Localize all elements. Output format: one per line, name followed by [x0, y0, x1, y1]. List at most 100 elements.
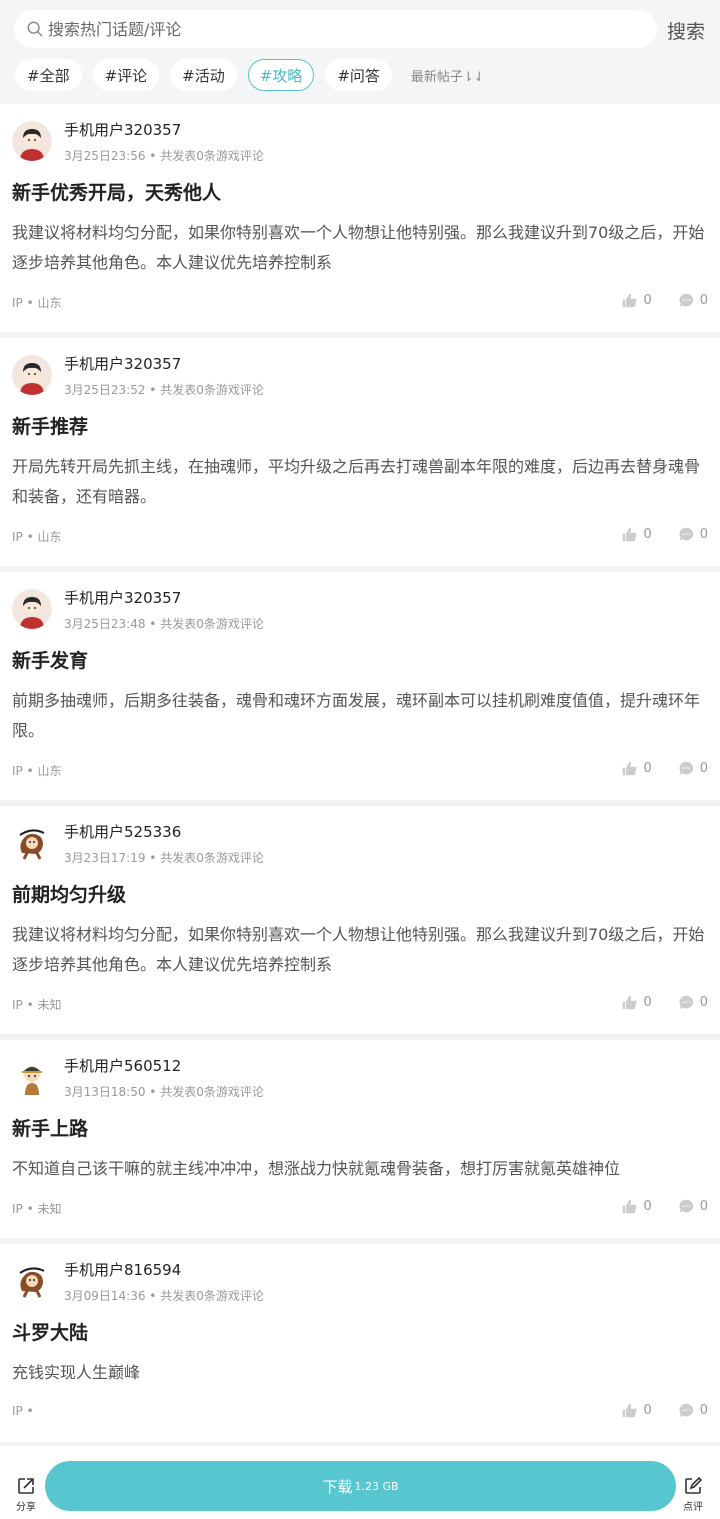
post-content[interactable]: 充钱实现人生巅峰 [12, 1358, 710, 1388]
post-title[interactable]: 新手优秀开局，天秀他人 [12, 178, 221, 205]
post-meta: 3月25日23:48 • 共发表0条游戏评论 [64, 617, 264, 631]
post-title[interactable]: 新手推荐 [12, 412, 88, 439]
comment-button[interactable]: 0 [678, 994, 708, 1011]
post-title[interactable]: 新手上路 [12, 1114, 88, 1141]
post-meta: 3月09日14:36 • 共发表0条游戏评论 [64, 1289, 264, 1303]
tag-reviews[interactable]: #评论 [92, 59, 160, 91]
post-feed: 手机用户320357 3月25日23:56 • 共发表0条游戏评论 新手优秀开局… [0, 104, 720, 1448]
username[interactable]: 手机用户320357 [64, 587, 181, 608]
download-label: 下载 [322, 1477, 353, 1496]
comment-bubble-icon [679, 293, 693, 308]
boy-avatar-icon[interactable] [12, 355, 52, 395]
review-button[interactable]: 点评 [679, 1476, 707, 1513]
post-content[interactable]: 前期多抽魂师，后期多往装备，魂骨和魂环方面发展，魂环副本可以挂机刷难度值值，提升… [12, 686, 710, 746]
download-size: 1.23 GB [354, 1479, 399, 1493]
monkey-avatar-icon[interactable] [12, 823, 52, 863]
post-meta: 3月25日23:52 • 共发表0条游戏评论 [64, 383, 264, 397]
post-stats: 0 0 [595, 1198, 708, 1215]
username[interactable]: 手机用户525336 [64, 821, 181, 842]
like-button[interactable]: 0 [621, 1198, 652, 1215]
boy-avatar-icon[interactable] [12, 589, 52, 629]
share-label: 分享 [16, 1502, 36, 1513]
thumbs-up-icon [623, 1403, 637, 1418]
like-button[interactable]: 0 [621, 760, 652, 777]
search-icon [27, 21, 43, 37]
like-button[interactable]: 0 [621, 1402, 652, 1419]
ip-location: IP • 山东 [12, 296, 62, 310]
post-content[interactable]: 我建议将材料均匀分配，如果你特别喜欢一个人物想让他特别强。那么我建议升到70级之… [12, 218, 710, 278]
post-card[interactable]: 手机用户320357 3月25日23:48 • 共发表0条游戏评论 新手发育 前… [0, 572, 720, 800]
monkey-avatar-icon[interactable] [12, 1261, 52, 1301]
post-stats: 0 0 [595, 994, 708, 1011]
post-title[interactable]: 斗罗大陆 [12, 1318, 88, 1345]
comment-count: 0 [699, 527, 708, 542]
search-button[interactable]: 搜索 [667, 17, 705, 44]
post-card[interactable]: 手机用户320357 3月25日23:52 • 共发表0条游戏评论 新手推荐 开… [0, 338, 720, 566]
like-count: 0 [643, 527, 652, 542]
thumbs-up-icon [623, 761, 637, 776]
comment-button[interactable]: 0 [678, 1402, 708, 1419]
like-button[interactable]: 0 [621, 526, 652, 543]
post-card[interactable]: 手机用户816594 3月09日14:36 • 共发表0条游戏评论 斗罗大陆 充… [0, 1244, 720, 1442]
bottom-action-bar: 分享 下载 1.23 GB 点评 [0, 1446, 720, 1519]
comment-count: 0 [699, 995, 708, 1010]
thumbs-up-icon [623, 995, 637, 1010]
ip-location: IP • [12, 1404, 34, 1418]
search-box[interactable] [14, 10, 657, 48]
comment-count: 0 [699, 761, 708, 776]
post-content[interactable]: 开局先转开局先抓主线，在抽魂师，平均升级之后再去打魂兽副本年限的难度，后边再去替… [12, 452, 710, 512]
thumbs-up-icon [623, 1199, 637, 1214]
comment-button[interactable]: 0 [678, 1198, 708, 1215]
thumbs-up-icon [623, 293, 637, 308]
thumbs-up-icon [623, 527, 637, 542]
tag-guides[interactable]: #攻略 [247, 59, 315, 91]
share-button[interactable]: 分享 [12, 1476, 40, 1513]
like-count: 0 [643, 1199, 652, 1214]
comment-count: 0 [699, 1199, 708, 1214]
comment-bubble-icon [679, 1403, 693, 1418]
comment-bubble-icon [679, 761, 693, 776]
comment-button[interactable]: 0 [678, 760, 708, 777]
post-meta: 3月23日17:19 • 共发表0条游戏评论 [64, 851, 264, 865]
ninja-avatar-icon[interactable] [12, 1057, 52, 1097]
comment-button[interactable]: 0 [678, 292, 708, 309]
tag-filter-bar: #全部 #评论 #活动 #攻略 #问答 最新帖子⇂⇃ [15, 59, 485, 91]
post-card[interactable]: 手机用户560512 3月13日18:50 • 共发表0条游戏评论 新手上路 不… [0, 1040, 720, 1238]
sort-latest-posts[interactable]: 最新帖子⇂⇃ [411, 66, 485, 85]
ip-location: IP • 未知 [12, 1202, 62, 1216]
username[interactable]: 手机用户816594 [64, 1259, 181, 1280]
tag-all[interactable]: #全部 [15, 59, 82, 91]
edit-icon [685, 1476, 703, 1494]
post-content[interactable]: 我建议将材料均匀分配，如果你特别喜欢一个人物想让他特别强。那么我建议升到70级之… [12, 920, 710, 980]
comment-count: 0 [699, 293, 708, 308]
ip-location: IP • 山东 [12, 530, 62, 544]
review-label: 点评 [683, 1502, 703, 1513]
post-stats: 0 0 [595, 760, 708, 777]
post-content[interactable]: 不知道自己该干嘛的就主线冲冲冲，想涨战力快就氪魂骨装备，想打厉害就氪英雄神位 [12, 1154, 710, 1184]
username[interactable]: 手机用户560512 [64, 1055, 181, 1076]
like-count: 0 [643, 1403, 652, 1418]
tag-qa[interactable]: #问答 [325, 59, 392, 91]
username[interactable]: 手机用户320357 [64, 119, 181, 140]
post-stats: 0 0 [595, 526, 708, 543]
post-card[interactable]: 手机用户320357 3月25日23:56 • 共发表0条游戏评论 新手优秀开局… [0, 104, 720, 332]
tag-events[interactable]: #活动 [170, 59, 237, 91]
search-input[interactable] [48, 19, 608, 39]
comment-button[interactable]: 0 [678, 526, 708, 543]
post-meta: 3月13日18:50 • 共发表0条游戏评论 [64, 1085, 264, 1099]
comment-bubble-icon [679, 995, 693, 1010]
post-card[interactable]: 手机用户525336 3月23日17:19 • 共发表0条游戏评论 前期均匀升级… [0, 806, 720, 1034]
post-stats: 0 0 [595, 1402, 708, 1419]
ip-location: IP • 山东 [12, 764, 62, 778]
download-button[interactable]: 下载 1.23 GB [45, 1461, 676, 1511]
post-title[interactable]: 新手发育 [12, 646, 88, 673]
share-icon [18, 1478, 34, 1494]
like-button[interactable]: 0 [621, 994, 652, 1011]
like-count: 0 [643, 293, 652, 308]
like-count: 0 [643, 995, 652, 1010]
top-bar: 搜索 #全部 #评论 #活动 #攻略 #问答 最新帖子⇂⇃ [0, 0, 720, 104]
like-button[interactable]: 0 [621, 292, 652, 309]
username[interactable]: 手机用户320357 [64, 353, 181, 374]
post-title[interactable]: 前期均匀升级 [12, 880, 126, 907]
boy-avatar-icon[interactable] [12, 121, 52, 161]
